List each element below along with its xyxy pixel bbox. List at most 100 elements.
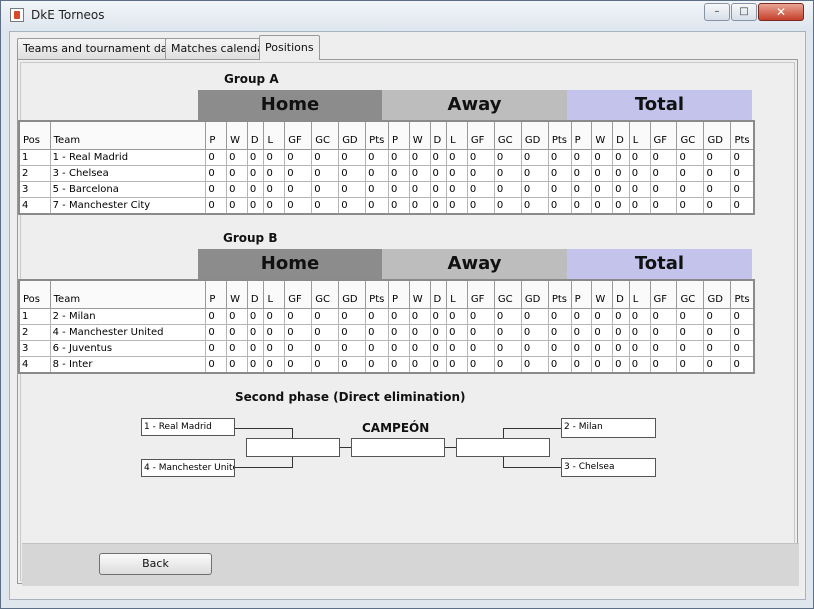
column-header-away-p[interactable]: P (388, 279, 410, 309)
cell-home-pts: 0 (365, 340, 389, 357)
column-header-away-gd[interactable]: GD (520, 120, 549, 150)
column-header-home-l[interactable]: L (263, 120, 286, 150)
column-header-total-gf[interactable]: GF (649, 279, 678, 309)
column-header-total-p[interactable]: P (570, 279, 593, 309)
cell-away-w: 0 (408, 308, 431, 325)
cell-away-pts: 0 (547, 181, 572, 198)
column-header-home-pts[interactable]: Pts (365, 279, 389, 309)
table-row[interactable]: 11 - Real Madrid 0 0 0 0 0 0 0 0 0 0 0 0 0 0 0 0 0 0 0 0 0 0 0 0 (18, 149, 755, 166)
column-header-total-gf[interactable]: GF (649, 120, 678, 150)
column-header-total-gd[interactable]: GD (703, 279, 732, 309)
column-header-home-p[interactable]: P (205, 120, 228, 150)
cell-total-l: 0 (628, 324, 651, 341)
column-header-home-gd[interactable]: GD (338, 279, 367, 309)
cell-home-w: 0 (226, 165, 248, 182)
column-header-pos[interactable]: Pos (18, 120, 51, 150)
table-row[interactable]: 24 - Manchester United 0 0 0 0 0 0 0 0 0 0 0 0 0 0 0 0 0 0… (18, 324, 755, 341)
column-header-away-l[interactable]: L (446, 120, 468, 150)
column-header-total-pts[interactable]: Pts (730, 279, 755, 309)
column-header-away-pts[interactable]: Pts (547, 120, 572, 150)
cell-home-l: 0 (263, 308, 286, 325)
cell-total-l: 0 (628, 356, 651, 374)
column-header-total-pts[interactable]: Pts (730, 120, 755, 150)
column-header-total-gc[interactable]: GC (676, 120, 705, 150)
column-header-home-p[interactable]: P (205, 279, 228, 309)
column-header-away-gf[interactable]: GF (466, 279, 495, 309)
cell-total-gf: 0 (649, 308, 678, 325)
column-header-team[interactable]: Team (49, 120, 207, 150)
column-header-total-gc[interactable]: GC (676, 279, 705, 309)
bracket-semifinal-right-slot (456, 438, 550, 457)
cell-away-w: 0 (408, 165, 431, 182)
cell-away-p: 0 (388, 308, 410, 325)
tab-teams-and-tournament-data[interactable]: Teams and tournament data (17, 38, 185, 59)
cell-home-d: 0 (246, 308, 265, 325)
column-header-away-gc[interactable]: GC (493, 120, 522, 150)
table-row[interactable]: 48 - Inter 0 0 0 0 0 0 0 0 0 0 0 0 0 0 0 0 0 0 0 0 0 0 0 0 (18, 356, 755, 374)
column-header-total-gd[interactable]: GD (703, 120, 732, 150)
column-header-away-l[interactable]: L (446, 279, 468, 309)
cell-away-gf: 0 (466, 149, 495, 166)
table-row[interactable]: 47 - Manchester City 0 0 0 0 0 0 0 0 0 0 0 0 0 0 0 0 0 0 0 0… (18, 197, 755, 215)
cell-total-d: 0 (612, 356, 630, 374)
bracket-line (235, 467, 293, 468)
column-header-away-d[interactable]: D (429, 120, 448, 150)
cell-total-gc: 0 (676, 197, 705, 215)
tab-matches-calendar[interactable]: Matches calendar (165, 38, 275, 59)
cell-away-w: 0 (408, 181, 431, 198)
cell-pos: 4 (18, 197, 51, 215)
cell-total-l: 0 (628, 149, 651, 166)
cell-home-gc: 0 (311, 197, 340, 215)
column-header-away-pts[interactable]: Pts (547, 279, 572, 309)
cell-home-gc: 0 (311, 356, 340, 374)
maximize-button[interactable]: □ (731, 3, 757, 21)
table-row[interactable]: 36 - Juventus 0 0 0 0 0 0 0 0 0 0 0 0 0 0 0 0 0 0 0 0 0 0 0 0 (18, 340, 755, 357)
cell-home-d: 0 (246, 181, 265, 198)
java-app-icon (10, 8, 24, 22)
column-header-total-p[interactable]: P (570, 120, 593, 150)
column-header-away-p[interactable]: P (388, 120, 410, 150)
cell-total-p: 0 (570, 165, 593, 182)
bracket-line (340, 447, 351, 448)
cell-total-gc: 0 (676, 340, 705, 357)
table-row[interactable]: 35 - Barcelona 0 0 0 0 0 0 0 0 0 0 0 0 0 0 0 0 0 0 0 0 0 0 0 0 (18, 181, 755, 198)
cell-total-d: 0 (612, 181, 630, 198)
cell-home-l: 0 (263, 356, 286, 374)
column-header-total-l[interactable]: L (628, 279, 651, 309)
close-button[interactable]: ✕ (758, 3, 804, 21)
table-row[interactable]: 23 - Chelsea 0 0 0 0 0 0 0 0 0 0 0 0 0 0 0 0 0 0 0 0 0 0 0 0 (18, 165, 755, 182)
column-header-home-w[interactable]: W (226, 279, 248, 309)
column-header-team[interactable]: Team (49, 279, 207, 309)
back-button[interactable]: Back (99, 553, 212, 575)
column-header-home-d[interactable]: D (246, 279, 265, 309)
minimize-button[interactable]: – (704, 3, 730, 21)
table-row[interactable]: 12 - Milan 0 0 0 0 0 0 0 0 0 0 0 0 0 0 0 0 0 0 0 0 0 0 0 0 (18, 308, 755, 325)
column-header-total-d[interactable]: D (612, 120, 630, 150)
column-header-total-w[interactable]: W (591, 279, 614, 309)
column-header-home-w[interactable]: W (226, 120, 248, 150)
column-header-away-w[interactable]: W (408, 120, 431, 150)
column-header-pos[interactable]: Pos (18, 279, 51, 309)
cell-total-gf: 0 (649, 340, 678, 357)
column-header-away-gc[interactable]: GC (493, 279, 522, 309)
column-header-away-gd[interactable]: GD (520, 279, 549, 309)
cell-total-gf: 0 (649, 165, 678, 182)
column-header-total-d[interactable]: D (612, 279, 630, 309)
column-header-away-w[interactable]: W (408, 279, 431, 309)
title-bar[interactable]: DkE Torneos – □ ✕ (1, 1, 813, 31)
tab-positions[interactable]: Positions (259, 35, 320, 60)
column-header-away-gf[interactable]: GF (466, 120, 495, 150)
column-header-total-w[interactable]: W (591, 120, 614, 150)
cell-total-w: 0 (591, 308, 614, 325)
column-header-home-gf[interactable]: GF (284, 120, 313, 150)
column-header-home-l[interactable]: L (263, 279, 286, 309)
column-header-home-gc[interactable]: GC (311, 279, 340, 309)
column-header-home-gc[interactable]: GC (311, 120, 340, 150)
column-header-home-d[interactable]: D (246, 120, 265, 150)
column-header-away-d[interactable]: D (429, 279, 448, 309)
column-header-home-gf[interactable]: GF (284, 279, 313, 309)
column-header-home-gd[interactable]: GD (338, 120, 367, 150)
column-header-home-pts[interactable]: Pts (365, 120, 389, 150)
cell-home-pts: 0 (365, 197, 389, 215)
column-header-total-l[interactable]: L (628, 120, 651, 150)
